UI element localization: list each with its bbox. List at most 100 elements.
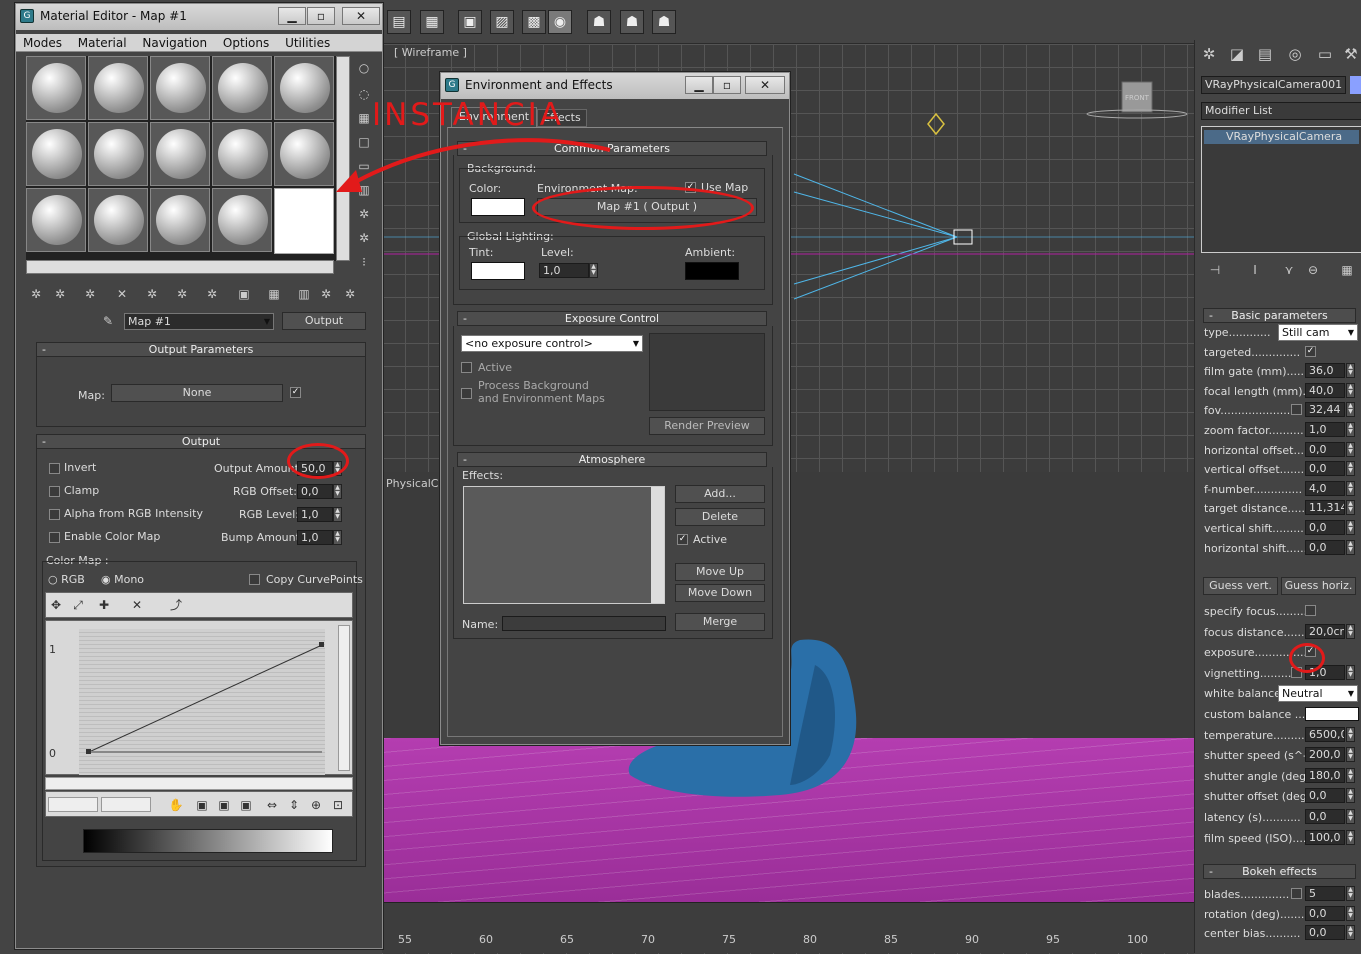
param-field[interactable]: 36,0	[1305, 363, 1345, 379]
param-spinner[interactable]: ▲ ▼	[1346, 726, 1355, 742]
param-checkbox[interactable]: ✓	[1305, 345, 1316, 357]
render-setup-icon[interactable]: ▣	[458, 10, 482, 34]
get-material-icon[interactable]: ✲	[28, 286, 44, 302]
param-spinner[interactable]: ▲ ▼	[1346, 539, 1355, 555]
configure-sets-icon[interactable]: ▦	[1339, 262, 1355, 278]
sample-type-icon[interactable]: ○	[356, 60, 372, 76]
level-field[interactable]: 1,0	[539, 263, 589, 278]
process-background-checkbox[interactable]	[461, 388, 472, 399]
sample-slot[interactable]	[212, 122, 272, 186]
param-field[interactable]: 20,0cm	[1305, 623, 1345, 639]
curve-hscroll[interactable]	[45, 777, 353, 790]
param-spinner[interactable]: ▲ ▼	[1346, 480, 1355, 496]
scale-point-icon[interactable]: ⤢	[70, 597, 86, 613]
sample-slot[interactable]	[26, 122, 86, 186]
rendered-frame-icon[interactable]: ▨	[490, 10, 514, 34]
material-editor-icon[interactable]: ◉	[548, 10, 572, 34]
show-map-icon[interactable]: ▦	[266, 286, 282, 302]
close-button[interactable]: ✕	[342, 7, 380, 25]
param-spinner[interactable]: ▲ ▼	[1346, 363, 1355, 379]
go-to-parent-icon[interactable]: ✲	[318, 286, 334, 302]
param-spinner[interactable]: ▲ ▼	[1346, 905, 1355, 921]
zoom-extents-icon[interactable]: ▣	[194, 797, 210, 813]
sample-slot[interactable]	[274, 122, 334, 186]
merge-button[interactable]: Merge	[675, 613, 765, 631]
rgb-radio[interactable]: ○ RGB	[48, 573, 85, 586]
param-field[interactable]: 0,0	[1305, 905, 1345, 921]
move-up-button[interactable]: Move Up	[675, 563, 765, 581]
curve-graph[interactable]: 1 0	[45, 620, 353, 775]
render-icon[interactable]: ▩	[522, 10, 546, 34]
show-end-result-icon[interactable]: ▥	[296, 286, 312, 302]
param-field[interactable]: 5	[1305, 886, 1345, 901]
bump-amount-field[interactable]: 1,0	[297, 530, 333, 545]
close-button[interactable]: ✕	[745, 76, 785, 94]
sample-slot[interactable]	[150, 188, 210, 252]
material-id-icon[interactable]: ▣	[236, 286, 252, 302]
minimize-button[interactable]: ▁	[685, 76, 713, 94]
curve-vscroll[interactable]	[338, 625, 350, 771]
material-map-navigator-icon[interactable]: ⁝	[356, 254, 372, 270]
make-unique-icon[interactable]: ✲	[174, 286, 190, 302]
delete-effect-button[interactable]: Delete	[675, 508, 765, 526]
put-library-icon[interactable]: ✲	[204, 286, 220, 302]
guess-horiz-button[interactable]: Guess horiz.	[1281, 577, 1356, 595]
modify-tab-icon[interactable]: ◪	[1229, 46, 1245, 62]
level-spinner[interactable]: ▲ ▼	[589, 263, 598, 278]
sample-slot[interactable]	[88, 188, 148, 252]
camera-viewport-label[interactable]: PhysicalCa	[386, 477, 445, 490]
sample-slot[interactable]	[88, 56, 148, 120]
copy-curvepoints-checkbox[interactable]	[249, 574, 260, 585]
invert-checkbox[interactable]	[49, 463, 60, 474]
minimize-button[interactable]: ▁	[278, 7, 306, 25]
sample-slot-active[interactable]	[274, 188, 334, 254]
show-end-result-icon[interactable]: I	[1247, 262, 1263, 278]
menu-options[interactable]: Options	[223, 36, 269, 50]
param-spinner[interactable]: ▲ ▼	[1346, 788, 1355, 804]
reset-map-icon[interactable]: ✕	[114, 286, 130, 302]
rgb-offset-spinner[interactable]: ▲ ▼	[333, 484, 342, 499]
param-field[interactable]: 4,0	[1305, 480, 1345, 496]
param-field[interactable]: 6500,0	[1305, 726, 1345, 742]
menu-navigation[interactable]: Navigation	[142, 36, 207, 50]
select-by-material-icon[interactable]: ✲	[356, 230, 372, 246]
param-spinner[interactable]: ▲ ▼	[1346, 623, 1355, 639]
param-spinner[interactable]: ▲ ▼	[1346, 500, 1355, 516]
param-field[interactable]: 0,0	[1305, 925, 1345, 940]
background-icon[interactable]: ▦	[356, 110, 372, 126]
material-editor-titlebar[interactable]: G Material Editor - Map #1 ▁ ▫ ✕	[16, 4, 382, 30]
param-field[interactable]: 40,0	[1305, 382, 1345, 398]
zoom-vertical-icon[interactable]: ⇕	[286, 797, 302, 813]
hierarchy-tab-icon[interactable]: ▤	[1257, 46, 1273, 62]
add-effect-button[interactable]: Add...	[675, 485, 765, 503]
make-copy-icon[interactable]: ✲	[144, 286, 160, 302]
param-spinner[interactable]: ▲ ▼	[1346, 829, 1355, 845]
tint-swatch[interactable]	[471, 262, 525, 280]
param-spinner[interactable]: ▲ ▼	[1346, 767, 1355, 783]
env-effects-titlebar[interactable]: G Environment and Effects ▁ ▫ ✕	[441, 73, 789, 99]
teapot-render-icon[interactable]: ☗	[620, 10, 644, 34]
param-spinner[interactable]: ▲ ▼	[1346, 382, 1355, 398]
param-spinner[interactable]: ▲ ▼	[1346, 402, 1355, 418]
put-material-icon[interactable]: ✲	[52, 286, 68, 302]
param-spinner[interactable]: ▲ ▼	[1346, 461, 1355, 477]
sample-slot[interactable]	[88, 122, 148, 186]
utilities-tab-icon[interactable]: ⚒	[1343, 46, 1359, 62]
menu-modes[interactable]: Modes	[23, 36, 62, 50]
curve-x-field[interactable]	[48, 797, 98, 812]
backlight-icon[interactable]: ◌	[356, 86, 372, 102]
eyedropper-icon[interactable]: ✎	[100, 313, 116, 329]
effects-list-scrollbar[interactable]	[651, 487, 664, 603]
assign-material-icon[interactable]: ✲	[82, 286, 98, 302]
sample-slot[interactable]	[212, 56, 272, 120]
exposure-active-checkbox[interactable]	[461, 362, 472, 373]
bump-amount-spinner[interactable]: ▲ ▼	[333, 530, 342, 545]
delete-point-icon[interactable]: ✕	[129, 597, 145, 613]
zoom-horizontal-extents-icon[interactable]: ▣	[216, 797, 232, 813]
zoom-vertical-extents-icon[interactable]: ▣	[238, 797, 254, 813]
map-none-button[interactable]: None	[111, 384, 283, 402]
param-field[interactable]: 0,0	[1305, 788, 1345, 804]
maximize-button[interactable]: ▫	[307, 7, 335, 25]
stack-item[interactable]: VRayPhysicalCamera	[1204, 130, 1359, 144]
sample-slot[interactable]	[212, 188, 272, 252]
